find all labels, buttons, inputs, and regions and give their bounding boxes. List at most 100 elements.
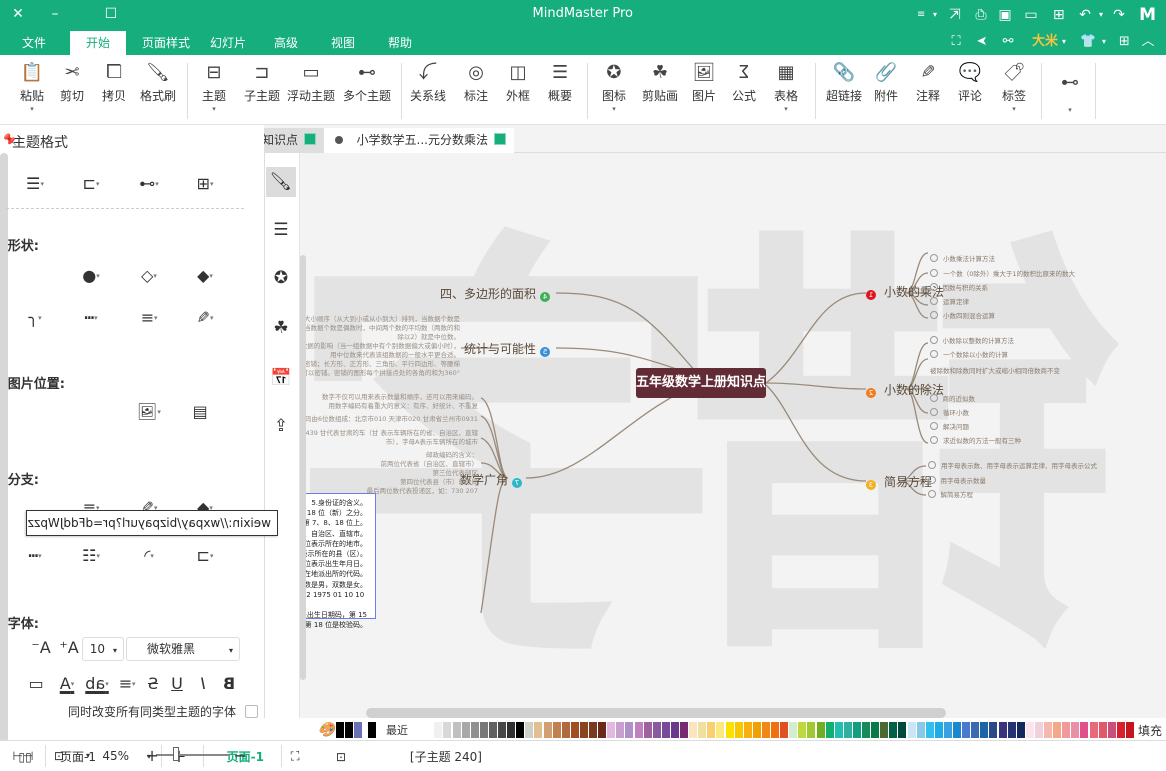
- leaf-node[interactable]: 求近似数的方法一般有三种: [930, 436, 1021, 446]
- color-swatch[interactable]: [534, 722, 543, 738]
- leaf-node[interactable]: 解简易方程: [928, 490, 974, 500]
- mindmap-canvas[interactable]: 错 字 五年级数学上册知识点 4 四、多边形的面积 5 统计与可能性 7 数学广…: [300, 153, 1166, 718]
- color-swatch[interactable]: [552, 722, 561, 738]
- doc-tab[interactable]: 小学数学五...元分数乘法: [324, 128, 514, 153]
- zoom-level[interactable]: 45%: [96, 746, 136, 766]
- color-swatch[interactable]: [752, 722, 761, 738]
- color-swatch[interactable]: [498, 722, 507, 738]
- color-swatch[interactable]: [962, 722, 971, 738]
- tab-slides[interactable]: 幻灯片: [200, 31, 256, 55]
- numbering-button[interactable]: ▾☰: [18, 173, 58, 195]
- font-shrink-icon[interactable]: A⁻: [28, 637, 54, 659]
- color-swatch[interactable]: [470, 722, 479, 738]
- color-swatch[interactable]: [643, 722, 652, 738]
- color-swatch[interactable]: [1053, 722, 1062, 738]
- publish-icon[interactable]: ➤: [972, 33, 992, 51]
- color-swatch[interactable]: [616, 722, 625, 738]
- italic-icon[interactable]: I: [192, 673, 214, 695]
- boundary-button[interactable]: ◫ 外框: [496, 61, 540, 119]
- text-box-icon[interactable]: ▭: [24, 673, 48, 695]
- copy-button[interactable]: ❐ 拷贝: [92, 61, 136, 119]
- layout-button[interactable]: ⊶ ▾: [1048, 61, 1092, 119]
- image-left-button[interactable]: ▤: [180, 401, 220, 423]
- color-swatch[interactable]: [725, 722, 734, 738]
- color-swatch[interactable]: [507, 722, 516, 738]
- share-icon[interactable]: ⚯: [998, 33, 1018, 51]
- relationship-button[interactable]: ⤵ 关系线: [406, 61, 450, 119]
- underline-icon[interactable]: U: [166, 673, 188, 695]
- icon-button[interactable]: ✪ 图标 ▾: [592, 61, 636, 119]
- task-icon[interactable]: 📅: [266, 363, 296, 393]
- maximize-button[interactable]: ☐: [96, 4, 126, 24]
- highlight-icon[interactable]: ▾ab: [82, 673, 112, 695]
- tab-view[interactable]: 视图: [315, 31, 371, 55]
- color-swatch[interactable]: [807, 722, 816, 738]
- color-swatch[interactable]: [1116, 722, 1125, 738]
- leaf-node[interactable]: 用字母表示数、用字母表示运算定律、用字母表示公式: [928, 461, 1097, 471]
- color-swatch[interactable]: [461, 722, 470, 738]
- icon-panel-icon[interactable]: ✪: [266, 263, 296, 293]
- clipart-panel-icon[interactable]: ☘: [266, 313, 296, 343]
- apps-icon[interactable]: ⊞: [1114, 33, 1134, 51]
- branch-node[interactable]: 2 小数的除法: [866, 381, 944, 398]
- callout-button[interactable]: ◎ 标注: [454, 61, 498, 119]
- close-button[interactable]: ✕: [3, 4, 33, 24]
- color-swatch[interactable]: [762, 722, 770, 738]
- horizontal-scrollbar[interactable]: [366, 708, 946, 718]
- color-swatch[interactable]: [916, 722, 925, 738]
- color-swatch[interactable]: [889, 722, 898, 738]
- branch-dash-button[interactable]: ▾┅: [18, 545, 58, 567]
- color-swatch[interactable]: [1035, 722, 1043, 738]
- leaf-node[interactable]: 小数除以整数的计算方法: [930, 336, 1015, 346]
- color-swatch[interactable]: [489, 722, 497, 738]
- format-painter-button[interactable]: 🖌 格式刷: [136, 61, 180, 119]
- color-swatch[interactable]: [880, 722, 889, 738]
- color-swatch[interactable]: [1016, 722, 1025, 738]
- central-topic[interactable]: 五年级数学上册知识点: [636, 368, 766, 398]
- tab-help[interactable]: 帮助: [372, 31, 428, 55]
- outline-icon[interactable]: ☰: [266, 215, 296, 245]
- color-swatch[interactable]: [634, 722, 643, 738]
- color-swatch[interactable]: [853, 722, 861, 738]
- tab-advanced[interactable]: 高级: [258, 31, 314, 55]
- font-theme-button[interactable]: 大米: [1032, 33, 1058, 51]
- summary-button[interactable]: ☰ 概要: [538, 61, 582, 119]
- color-swatch[interactable]: [689, 722, 698, 738]
- panel-scrollbar[interactable]: [0, 153, 8, 743]
- color-swatch[interactable]: [907, 722, 916, 738]
- tab-home[interactable]: 开始: [70, 31, 126, 55]
- color-swatch[interactable]: [516, 722, 525, 738]
- color-swatch[interactable]: [1062, 722, 1071, 738]
- zoom-slider-thumb[interactable]: [172, 747, 179, 761]
- shape-button[interactable]: ▾◇: [132, 265, 172, 287]
- shadow-button[interactable]: ▾●: [74, 265, 114, 287]
- topic-button[interactable]: ⊟ 主题 ▾: [192, 61, 236, 119]
- style-icon[interactable]: 🖌: [266, 167, 296, 197]
- leaf-node[interactable]: 小数四则混合运算: [930, 311, 995, 321]
- recent-color-swatch[interactable]: [336, 722, 344, 738]
- corner-button[interactable]: ▾╭: [18, 307, 58, 329]
- border-weight-button[interactable]: ▾≡: [132, 307, 172, 329]
- recent-color-swatch[interactable]: [345, 722, 353, 738]
- color-swatch[interactable]: [680, 722, 689, 738]
- color-swatch[interactable]: [479, 722, 488, 738]
- color-swatch[interactable]: [816, 722, 825, 738]
- tab-file[interactable]: 文件: [6, 31, 62, 55]
- color-swatch[interactable]: [570, 722, 579, 738]
- color-swatch[interactable]: [1044, 722, 1053, 738]
- color-swatch[interactable]: [825, 722, 834, 738]
- branch-arrow-button[interactable]: ▾☷: [74, 545, 114, 567]
- vertical-scrollbar[interactable]: [300, 255, 306, 680]
- table-button[interactable]: ▦ 表格 ▾: [764, 61, 808, 119]
- color-swatch[interactable]: [1126, 722, 1134, 738]
- connector-style-button[interactable]: ▾⊐: [74, 173, 114, 195]
- color-swatch[interactable]: [971, 722, 980, 738]
- font-color-icon[interactable]: ▾A: [52, 673, 82, 695]
- color-swatch[interactable]: [561, 722, 570, 738]
- branch-node[interactable]: 5 统计与可能性: [464, 340, 554, 357]
- zoom-in-button[interactable]: +: [142, 746, 162, 766]
- color-swatch[interactable]: [452, 722, 461, 738]
- color-swatch[interactable]: [743, 722, 752, 738]
- border-dash-button[interactable]: ▾┅: [74, 307, 114, 329]
- color-swatch[interactable]: [625, 722, 634, 738]
